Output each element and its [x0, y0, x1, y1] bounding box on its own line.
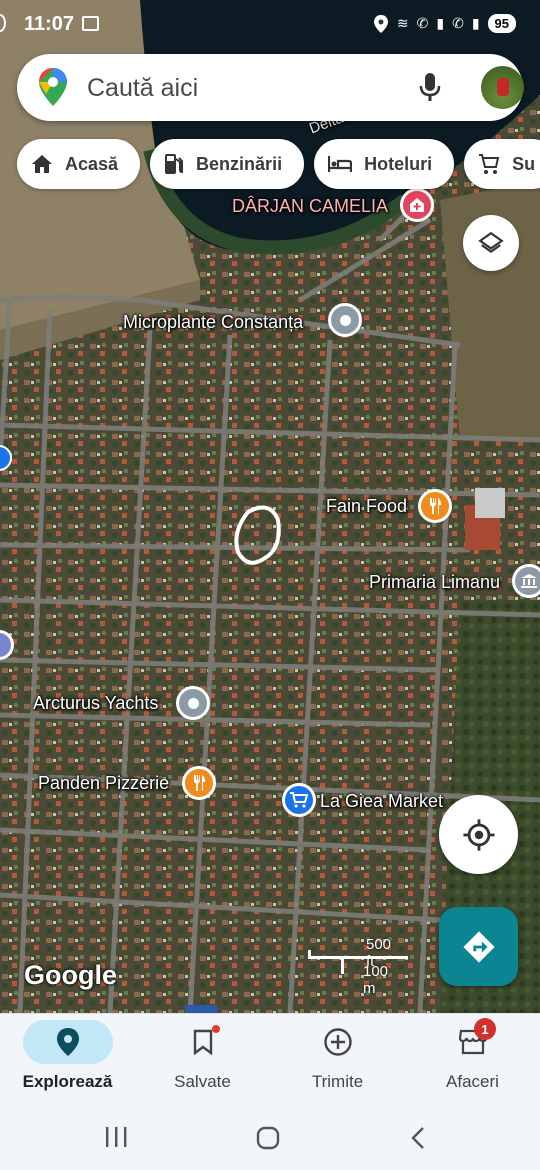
nav-contribute[interactable]: Trimite — [270, 1014, 405, 1106]
search-bar[interactable]: Caută aici — [17, 54, 524, 121]
nav-explore[interactable]: Explorează — [0, 1014, 135, 1106]
recent-apps-icon — [106, 1127, 127, 1147]
place-label-panden-pizzerie[interactable]: Panden Pizzerie — [38, 773, 169, 794]
directions-button[interactable] — [439, 907, 518, 986]
nav-label: Trimite — [311, 1072, 364, 1091]
chip-label: Benzinării — [196, 153, 283, 174]
location-icon — [373, 14, 388, 33]
nav-label: Explorează — [22, 1072, 113, 1091]
nav-label: Afaceri — [446, 1072, 499, 1091]
back-button[interactable] — [408, 1126, 428, 1155]
my-location-button[interactable] — [439, 795, 518, 874]
shopping-marker-icon[interactable] — [282, 783, 316, 817]
restaurant-marker-icon[interactable] — [182, 766, 216, 800]
layers-icon — [478, 231, 504, 253]
home-icon — [32, 155, 52, 173]
place-label-microplante[interactable]: Microplante Constanța — [123, 312, 303, 333]
add-circle-icon — [323, 1028, 352, 1056]
chip-label: Hoteluri — [364, 153, 433, 174]
google-maps-logo-icon — [39, 68, 67, 106]
signal-sim2-icon: ▮ — [471, 15, 480, 31]
system-navigation-bar — [0, 1105, 540, 1170]
hotel-icon — [328, 156, 353, 172]
chip-supermarkets[interactable]: Su — [464, 139, 540, 189]
place-marker-icon[interactable] — [176, 686, 210, 720]
nav-label: Salvate — [174, 1072, 231, 1091]
call-sim1-icon: ✆ — [416, 15, 429, 31]
recent-apps-button[interactable] — [104, 1126, 128, 1153]
microphone-icon[interactable] — [419, 72, 441, 102]
hospital-marker-icon[interactable] — [400, 188, 434, 222]
wifi-icon: ≋ — [396, 15, 409, 31]
place-label-darjan-camelia[interactable]: DÂRJAN CAMELIA — [232, 196, 388, 217]
place-label-la-giea-market[interactable]: La Giea Market — [320, 791, 443, 812]
layers-button[interactable] — [463, 215, 519, 271]
place-label-arcturus-yachts[interactable]: Arcturus Yachts — [33, 693, 158, 714]
nav-saved[interactable]: Salvate — [135, 1014, 270, 1106]
chip-label: Acasă — [65, 153, 119, 174]
status-bar: 11:07 ≋ ✆ ▮ ✆ ▮ 95 — [0, 0, 540, 48]
notification-badge: 1 — [474, 1018, 496, 1040]
directions-icon — [462, 930, 495, 963]
chip-label: Su — [512, 153, 536, 174]
bottom-navigation: Explorează Salvate Trimite 1 Afaceri — [0, 1013, 540, 1105]
gas-station-icon — [165, 154, 184, 174]
battery-indicator: 95 — [487, 14, 516, 33]
cart-icon — [479, 154, 500, 174]
crosshair-icon — [462, 818, 495, 851]
government-marker-icon[interactable] — [512, 564, 540, 598]
chip-home[interactable]: Acasă — [17, 139, 141, 189]
notification-icon — [0, 14, 6, 32]
place-marker-icon[interactable] — [328, 303, 362, 337]
clock: 11:07 — [24, 13, 75, 35]
notification-dot — [212, 1025, 220, 1033]
place-label-fain-food[interactable]: Fain Food — [326, 496, 407, 517]
bookmark-icon — [193, 1029, 212, 1055]
restaurant-marker-icon[interactable] — [418, 489, 452, 523]
google-attribution: Google — [24, 960, 117, 990]
chip-gas-stations[interactable]: Benzinării — [150, 139, 305, 189]
category-chips: Acasă Benzinării Hoteluri Su — [17, 139, 540, 189]
back-chevron-icon — [411, 1127, 424, 1149]
call-sim2-icon: ✆ — [452, 15, 464, 31]
search-input[interactable]: Caută aici — [87, 74, 198, 103]
explore-pin-icon — [56, 1028, 79, 1056]
home-circle-icon — [256, 1126, 280, 1150]
home-button[interactable] — [256, 1126, 280, 1155]
nav-business[interactable]: 1 Afaceri — [405, 1014, 540, 1106]
account-avatar[interactable] — [481, 66, 524, 109]
place-label-primaria-limanu[interactable]: Primaria Limanu — [369, 572, 500, 593]
scale-metric: 100 m — [363, 963, 389, 997]
gallery-icon — [82, 16, 99, 31]
chip-hotels[interactable]: Hoteluri — [314, 139, 455, 189]
signal-sim1-icon: ▮ — [436, 15, 445, 31]
